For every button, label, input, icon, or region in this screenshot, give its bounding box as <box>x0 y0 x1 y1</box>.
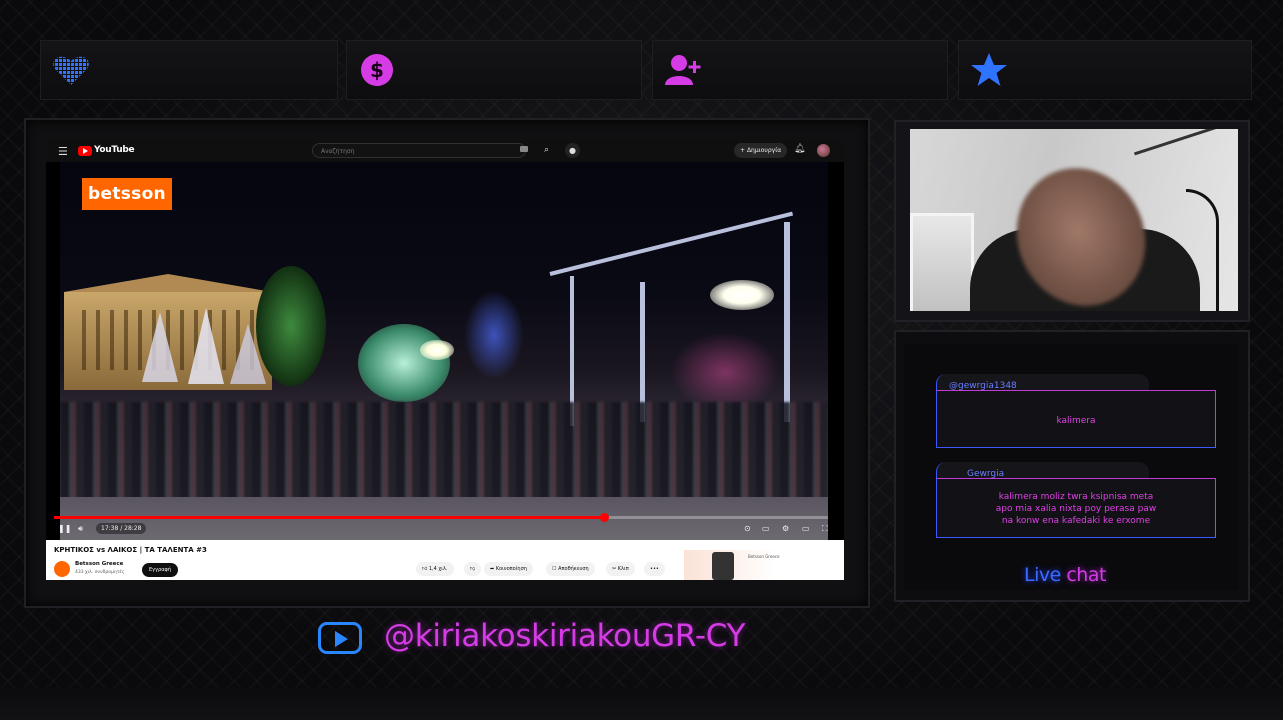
subscriber-count: 433 χιλ. συνδρομητές <box>75 570 125 575</box>
video-stage <box>549 211 828 426</box>
theater-mode-icon[interactable]: ▭ <box>802 524 810 533</box>
alert-slot-favorite <box>958 40 1252 100</box>
bottom-strip <box>0 688 1283 720</box>
alert-slot-subscriber <box>652 40 948 100</box>
channel-name[interactable]: Betsson Greece <box>75 561 123 567</box>
chat-message-text: kalimera <box>1056 416 1096 426</box>
video-street-lamp <box>420 340 454 360</box>
video-light-tree <box>142 312 178 382</box>
time-display: 17:38 / 28:28 <box>96 523 147 534</box>
progress-fill <box>54 516 604 519</box>
share-label: Κοινοποίηση <box>495 566 527 572</box>
bell-icon[interactable]: 🔔︎ <box>794 144 805 154</box>
subtitles-icon[interactable]: ▭ <box>762 524 770 533</box>
settings-icon[interactable]: ⚙ <box>782 524 789 533</box>
chat-panel: @gewrgia1348 kalimera Gewrgia kalimera m… <box>904 344 1238 590</box>
create-label: Δημιουργία <box>746 147 782 154</box>
player-controls: ❚❚ 🔊︎ 17:38 / 28:28 ⊙ ▭ ⚙ ▭ ⛶ <box>46 520 844 540</box>
video-title: ΚΡΗΤΙΚΟΣ vs ΛΑΙΚΟΣ | ΤΑ ΤΑΛΕΝΤΑ #3 <box>54 546 207 554</box>
clip-button[interactable]: ✂ Κλιπ <box>606 562 635 576</box>
youtube-play-icon <box>78 146 92 156</box>
menu-icon[interactable]: ☰ <box>58 145 68 158</box>
pause-icon[interactable]: ❚❚ <box>58 524 71 533</box>
ad-text: Betsson Greece <box>748 554 780 559</box>
search-icon[interactable]: ⌕ <box>538 143 555 158</box>
create-button[interactable]: + Δημιουργία <box>734 143 788 158</box>
star-icon <box>971 53 1007 86</box>
account-avatar[interactable] <box>817 144 830 157</box>
ad-thumbnail[interactable]: Betsson Greece <box>684 550 838 580</box>
chat-message-line: kalimera moliz twra ksipnisa meta <box>998 492 1154 502</box>
youtube-logo-text: YouTube <box>94 145 135 155</box>
alert-slot-donation: $ <box>346 40 642 100</box>
share-button[interactable]: ➦ Κοινοποίηση <box>484 562 533 576</box>
video-blue-lights <box>464 290 524 380</box>
live-chat-title-live: Live <box>1024 564 1061 586</box>
search-input[interactable]: Αναζήτηση <box>312 143 526 158</box>
fullscreen-icon[interactable]: ⛶ <box>822 524 828 534</box>
channel-avatar[interactable] <box>54 561 70 577</box>
volume-icon[interactable]: 🔊︎ <box>78 524 83 534</box>
chat-message-box: kalimera <box>936 390 1216 448</box>
youtube-logo[interactable]: YouTube <box>78 145 135 157</box>
video-light-tree <box>188 308 224 384</box>
heart-icon <box>53 56 89 85</box>
autoplay-toggle[interactable]: ⊙ <box>744 524 751 533</box>
video-tree-lights <box>256 266 326 386</box>
dislike-button[interactable]: 👎︎ <box>464 562 482 576</box>
dollar-coin-icon: $ <box>361 54 393 86</box>
like-button[interactable]: 👍︎ 1,4 χιλ. <box>416 562 454 576</box>
save-button[interactable]: ☐ Αποθήκευση <box>546 562 595 576</box>
subscribe-button[interactable]: Εγγραφή <box>142 563 179 577</box>
video-player[interactable]: betsson <box>60 162 828 540</box>
ad-phone-image <box>712 552 734 580</box>
headphone-cable <box>1186 189 1219 311</box>
youtube-icon <box>318 622 362 654</box>
alert-bar: $ <box>40 40 1252 100</box>
microphone-icon[interactable]: ● <box>565 143 580 158</box>
youtube-window: ☰ YouTube Αναζήτηση ⌕ ● + Δημιουργία 🔔︎ <box>46 140 844 580</box>
svg-text:$: $ <box>370 58 384 82</box>
alert-slot-follow <box>40 40 338 100</box>
microphone-arm <box>1133 129 1231 156</box>
chat-message-line: apo mia xalia nixta poy perasa paw <box>995 504 1157 514</box>
channel-handle: @kiriakoskiriakouGR-CY <box>384 618 746 654</box>
add-user-icon <box>665 55 701 85</box>
more-actions-button[interactable]: ••• <box>644 562 665 576</box>
live-chat-title-chat: chat <box>1066 564 1106 586</box>
keyboard-icon[interactable] <box>520 146 528 152</box>
chat-message-line: na konw ena kafedaki ke erxome <box>1001 516 1151 526</box>
chat-message-box: kalimera moliz twra ksipnisa meta apo mi… <box>936 478 1216 538</box>
save-label: Αποθήκευση <box>558 566 589 572</box>
like-count: 1,4 χιλ. <box>428 566 448 572</box>
live-chat-title: Live chat <box>1024 564 1106 586</box>
sponsor-logo: betsson <box>82 178 172 210</box>
progress-bar[interactable] <box>54 513 828 522</box>
video-info: ΚΡΗΤΙΚΟΣ vs ΛΑΙΚΟΣ | ΤΑ ΤΑΛΕΝΤΑ #3 Betss… <box>46 540 844 580</box>
youtube-header: ☰ YouTube Αναζήτηση ⌕ ● + Δημιουργία 🔔︎ <box>46 140 844 162</box>
clip-label: Κλιπ <box>617 566 629 572</box>
webcam-feed <box>910 129 1238 311</box>
webcam-window-background <box>910 213 974 311</box>
video-tree-lights <box>358 324 450 402</box>
